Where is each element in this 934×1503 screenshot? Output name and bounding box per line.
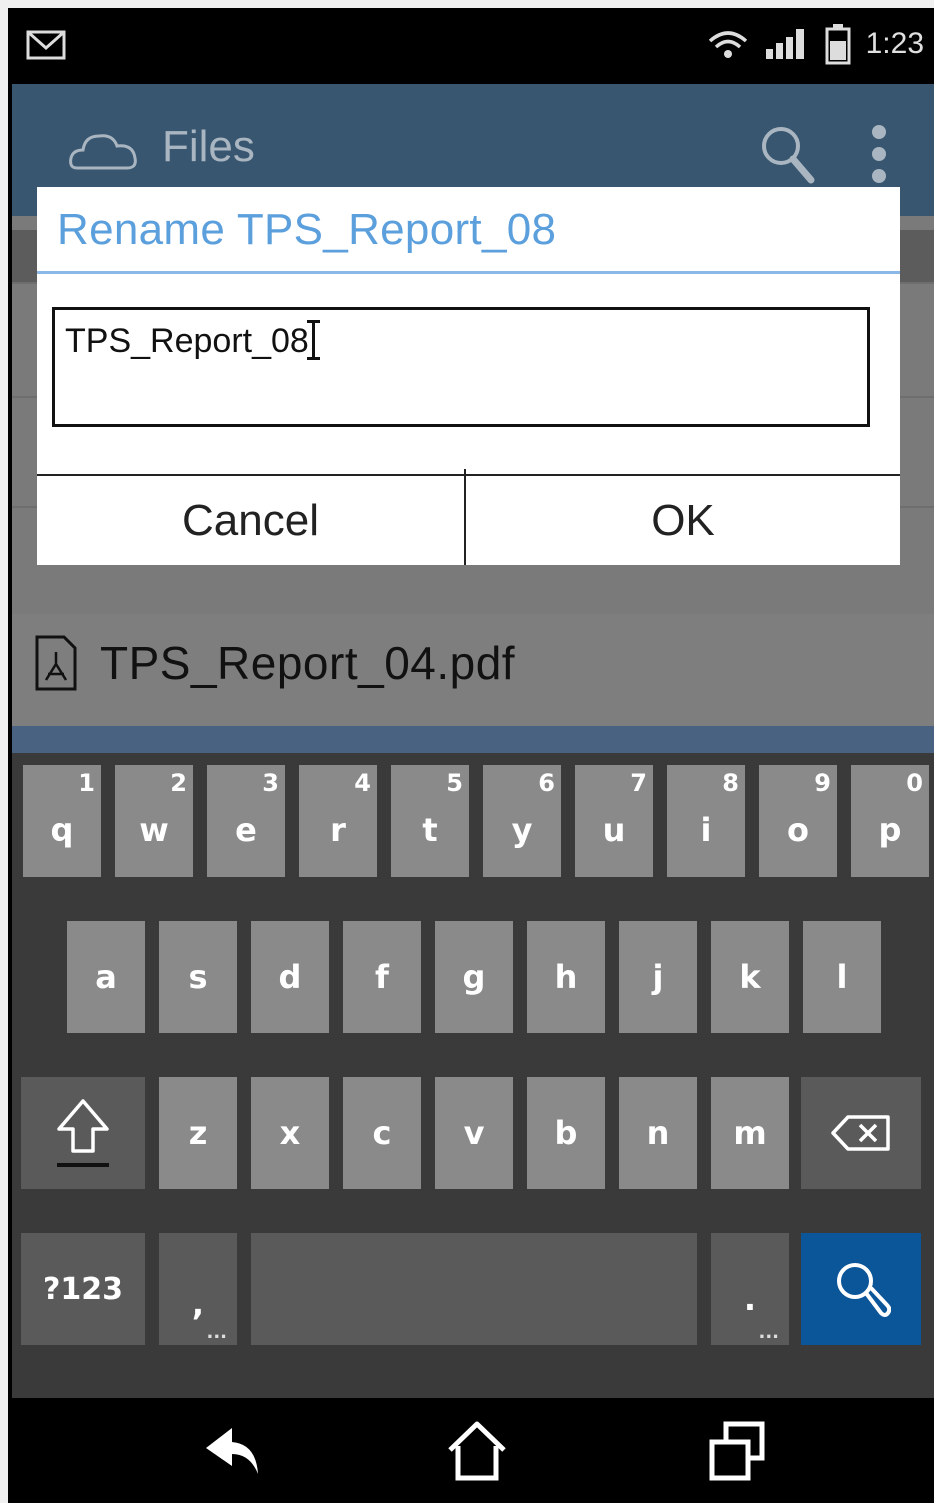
key-c[interactable]: c bbox=[343, 1077, 421, 1189]
space-bar[interactable] bbox=[251, 1233, 697, 1345]
key-y[interactable]: 6y bbox=[483, 765, 561, 877]
key-w[interactable]: 2w bbox=[115, 765, 193, 877]
cancel-button[interactable]: Cancel bbox=[37, 476, 464, 565]
symbols-key[interactable]: ?123 bbox=[21, 1233, 145, 1345]
key-a[interactable]: a bbox=[67, 921, 145, 1033]
search-icon[interactable] bbox=[757, 122, 817, 186]
ok-button[interactable]: OK bbox=[466, 476, 900, 565]
navigation-bar bbox=[12, 1398, 934, 1503]
backspace-icon bbox=[831, 1115, 890, 1151]
key-f[interactable]: f bbox=[343, 921, 421, 1033]
search-icon bbox=[837, 1263, 891, 1317]
status-bar: 1:23 bbox=[8, 8, 934, 80]
key-j[interactable]: j bbox=[619, 921, 697, 1033]
signal-icon bbox=[765, 29, 804, 59]
rename-input-value: TPS_Report_08 bbox=[65, 322, 309, 360]
key-e[interactable]: 3e bbox=[207, 765, 285, 877]
file-name: TPS_Report_04.pdf bbox=[100, 637, 516, 689]
clock: 1:23 bbox=[865, 27, 924, 60]
selected-list-item[interactable] bbox=[12, 726, 934, 756]
key-t[interactable]: 5t bbox=[391, 765, 469, 877]
key-u[interactable]: 7u bbox=[575, 765, 653, 877]
app-title: Files bbox=[162, 122, 255, 171]
comma-key[interactable]: ,... bbox=[159, 1233, 237, 1345]
shift-key[interactable] bbox=[21, 1077, 145, 1189]
battery-icon bbox=[825, 24, 851, 65]
phone-screen: 1:23 Files TPS_Report_04.pdf Rename TPS_… bbox=[8, 8, 934, 1503]
dialog-title-divider bbox=[37, 271, 900, 274]
key-g[interactable]: g bbox=[435, 921, 513, 1033]
key-q[interactable]: 1q bbox=[23, 765, 101, 877]
pdf-file-icon bbox=[35, 635, 77, 691]
overflow-menu-icon[interactable] bbox=[867, 122, 891, 186]
rename-input[interactable]: TPS_Report_08 bbox=[52, 307, 870, 427]
key-n[interactable]: n bbox=[619, 1077, 697, 1189]
list-item[interactable]: TPS_Report_04.pdf bbox=[12, 614, 934, 726]
text-cursor bbox=[306, 320, 320, 360]
key-x[interactable]: x bbox=[251, 1077, 329, 1189]
home-icon[interactable] bbox=[442, 1416, 512, 1486]
search-key[interactable] bbox=[801, 1233, 921, 1345]
key-i[interactable]: 8i bbox=[667, 765, 745, 877]
key-k[interactable]: k bbox=[711, 921, 789, 1033]
key-o[interactable]: 9o bbox=[759, 765, 837, 877]
key-s[interactable]: s bbox=[159, 921, 237, 1033]
key-m[interactable]: m bbox=[711, 1077, 789, 1189]
back-icon[interactable] bbox=[198, 1416, 268, 1486]
key-b[interactable]: b bbox=[527, 1077, 605, 1189]
backspace-key[interactable] bbox=[801, 1077, 921, 1189]
key-z[interactable]: z bbox=[159, 1077, 237, 1189]
key-r[interactable]: 4r bbox=[299, 765, 377, 877]
status-icons: 1:23 bbox=[706, 24, 924, 65]
wifi-icon bbox=[708, 31, 747, 58]
period-key[interactable]: .... bbox=[711, 1233, 789, 1345]
mail-icon bbox=[26, 30, 66, 60]
soft-keyboard: 1q 2w 3e 4r 5t 6y 7u 8i 9o 0p a s d f g … bbox=[12, 753, 934, 1398]
key-v[interactable]: v bbox=[435, 1077, 513, 1189]
rename-dialog: Rename TPS_Report_08 TPS_Report_08 Cance… bbox=[37, 187, 900, 565]
recent-apps-icon[interactable] bbox=[702, 1416, 772, 1486]
key-h[interactable]: h bbox=[527, 921, 605, 1033]
cloud-icon bbox=[69, 134, 137, 170]
dialog-title: Rename TPS_Report_08 bbox=[57, 205, 557, 254]
key-l[interactable]: l bbox=[803, 921, 881, 1033]
key-d[interactable]: d bbox=[251, 921, 329, 1033]
key-p[interactable]: 0p bbox=[851, 765, 929, 877]
shift-arrow-icon bbox=[57, 1099, 109, 1167]
